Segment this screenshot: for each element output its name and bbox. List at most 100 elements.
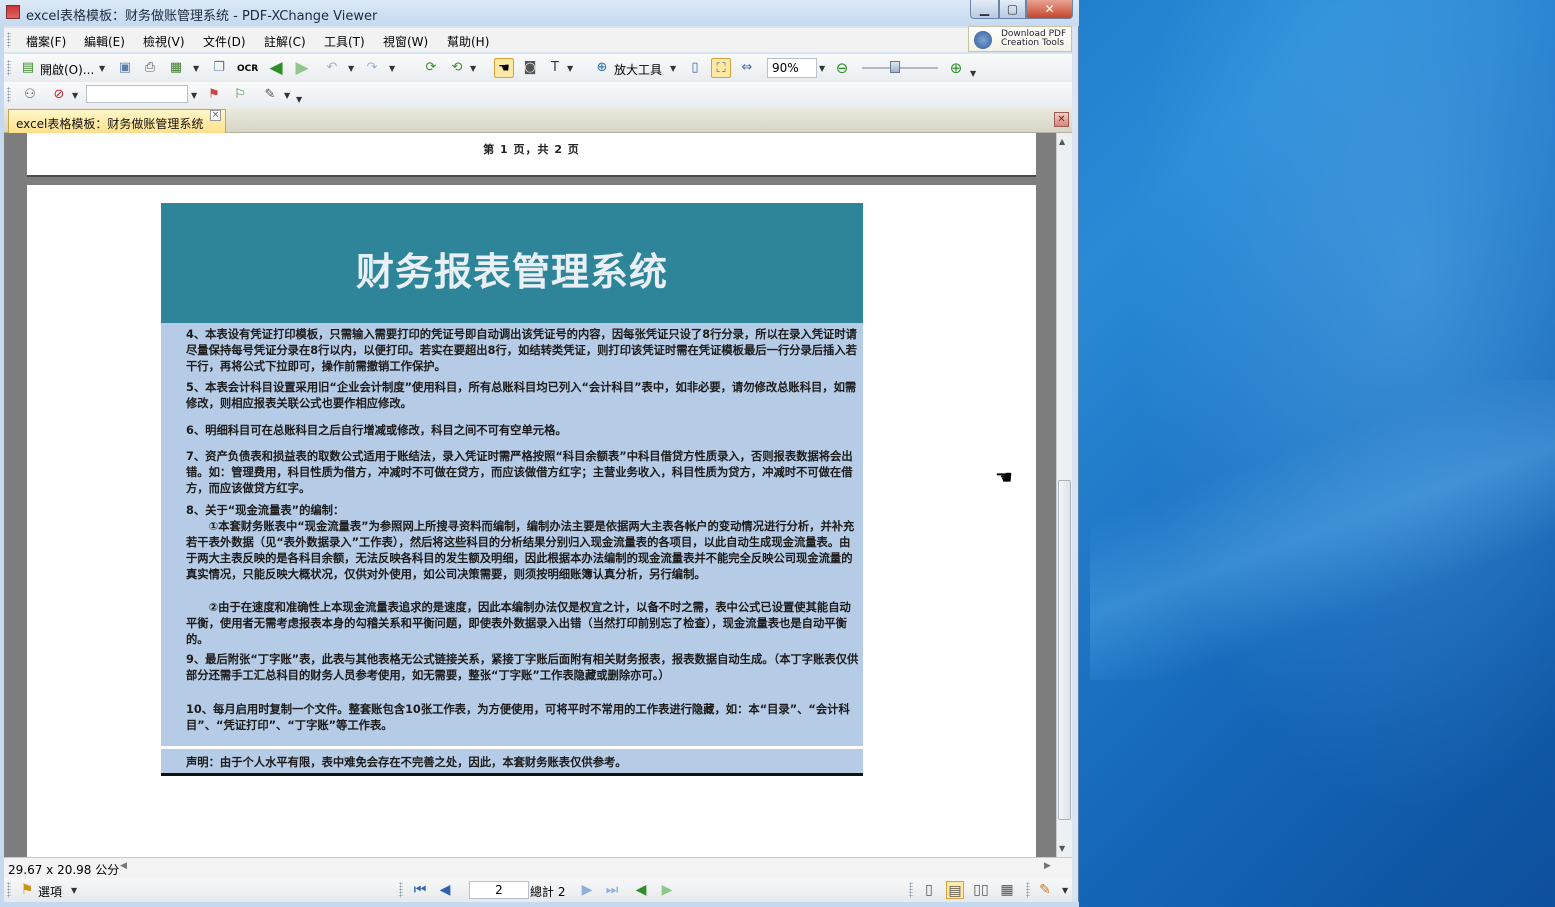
layout-options-icon[interactable]: ✎ — [1036, 881, 1054, 899]
open-button[interactable]: 開啟(O)... — [40, 61, 94, 78]
document-header-banner: 财务报表管理系统 — [161, 203, 863, 323]
snapshot-icon[interactable]: ◙ — [520, 58, 540, 78]
spellcheck-dropdown-arrow[interactable]: ▼ — [72, 91, 78, 100]
vertical-scrollbar[interactable]: ▲ ▼ — [1056, 133, 1072, 857]
zoom-tool-label[interactable]: 放大工具 — [614, 61, 662, 78]
options-flag-icon[interactable]: ⚑ — [18, 881, 36, 899]
find-icon[interactable]: ⚇ — [20, 85, 40, 105]
menu-document[interactable]: 文件(D) — [203, 33, 246, 50]
close-document-button[interactable]: ✕ — [1054, 112, 1069, 127]
nav-grip[interactable] — [399, 882, 403, 898]
instruction-paragraph: 6、明细科目可在总账科目之后自行增减或修改，科目之间不可有空单元格。 — [186, 424, 567, 437]
spellcheck-icon[interactable]: ⊘ — [49, 85, 69, 105]
menu-window[interactable]: 視窗(W) — [383, 33, 428, 50]
status-bar: 29.67 x 20.98 公分 ◀ ▶ — [4, 857, 1072, 878]
instruction-paragraph: 10、每月启用时复制一个文件。整套账包含10张工作表，为方便使用，可将平时不常用… — [186, 703, 850, 732]
scroll-left-arrow[interactable]: ◀ — [120, 861, 127, 871]
redo-icon[interactable]: ↷ — [362, 58, 382, 78]
search-input[interactable] — [86, 85, 188, 103]
undo-icon[interactable]: ↶ — [322, 58, 342, 78]
zoom-out-icon[interactable]: ⊖ — [832, 58, 852, 78]
vertical-scroll-thumb[interactable] — [1058, 480, 1071, 820]
print-icon[interactable]: ⎙ — [140, 58, 160, 78]
minimize-button[interactable]: ▁ — [970, 0, 999, 19]
app-icon[interactable] — [6, 5, 20, 19]
layout-grip[interactable] — [909, 882, 913, 898]
close-window-button[interactable]: ✕ — [1026, 0, 1073, 19]
current-page-input[interactable]: 2 — [469, 881, 529, 899]
rotate-icon[interactable]: ⟳ — [421, 58, 441, 78]
hand-tool-icon[interactable]: ☚ — [494, 58, 514, 78]
refresh-dropdown-arrow[interactable]: ▼ — [470, 64, 476, 73]
redo-dropdown-arrow[interactable]: ▼ — [389, 64, 395, 73]
undo-dropdown-arrow[interactable]: ▼ — [348, 64, 354, 73]
instruction-paragraph: 4、本表设有凭证打印模板，只需输入需要打印的凭证号即自动调出该凭证号的内容，因每… — [186, 328, 857, 373]
navbar-grip[interactable] — [7, 882, 11, 898]
pdf-viewer-window: excel表格模板：财务做账管理系统 - PDF-XChange Viewer … — [0, 0, 1079, 907]
zoom-level-dropdown-arrow[interactable]: ▼ — [819, 64, 825, 73]
options-dropdown-arrow[interactable]: ▼ — [71, 886, 77, 895]
zoom-in-icon[interactable]: ⊕ — [946, 58, 966, 78]
continuous-page-icon[interactable]: ▤ — [946, 881, 964, 899]
properties-icon[interactable]: ❐ — [209, 58, 229, 78]
last-page-icon[interactable]: ⏭ — [603, 881, 621, 899]
find-previous-icon[interactable]: ⚑ — [204, 85, 224, 105]
menu-file[interactable]: 檔案(F) — [26, 33, 66, 50]
zoom-tool-dropdown-arrow[interactable]: ▼ — [670, 64, 676, 73]
open-dropdown-arrow[interactable]: ▼ — [99, 64, 105, 73]
menu-edit[interactable]: 編輯(E) — [84, 33, 125, 50]
zoom-tool-icon[interactable]: ⊕ — [592, 58, 612, 78]
download-pdf-tools-button[interactable]: Download PDF Creation Tools — [968, 26, 1072, 52]
page-2: 财务报表管理系统 4、本表设有凭证打印模板，只需输入需要打印的凭证号即自动调出该… — [27, 185, 1036, 857]
window-title: excel表格模板：财务做账管理系统 - PDF-XChange Viewer — [26, 9, 378, 24]
select-dropdown-arrow[interactable]: ▼ — [567, 64, 573, 73]
refresh-icon[interactable]: ⟲ — [447, 58, 467, 78]
first-page-icon[interactable]: ⏮ — [411, 881, 429, 899]
zoom-slider-track[interactable] — [862, 67, 938, 69]
fit-width-icon[interactable]: ⇔ — [737, 58, 757, 78]
options-button[interactable]: 選項 — [38, 883, 62, 900]
scroll-right-arrow[interactable]: ▶ — [1044, 861, 1051, 871]
previous-page-icon[interactable]: ◀ — [436, 881, 454, 899]
toolbar-grip[interactable] — [7, 60, 11, 76]
facing-pages-icon[interactable]: ▯▯ — [972, 881, 990, 899]
select-text-icon[interactable]: T — [545, 58, 565, 78]
toolbar-overflow-arrow[interactable]: ▼ — [970, 69, 976, 78]
layout-grip-2[interactable] — [1026, 882, 1030, 898]
toolbar2-grip[interactable] — [7, 87, 11, 103]
zoom-level-input[interactable]: 90% — [767, 58, 817, 78]
back-icon[interactable]: ◀ — [266, 58, 286, 78]
forward-icon[interactable]: ▶ — [292, 58, 312, 78]
save-icon[interactable]: ▣ — [115, 58, 135, 78]
continuous-facing-icon[interactable]: ▦ — [998, 881, 1016, 899]
menu-comment[interactable]: 註解(C) — [264, 33, 306, 50]
fit-page-icon[interactable]: ⛶ — [711, 58, 731, 78]
export-dropdown-arrow[interactable]: ▼ — [193, 64, 199, 73]
highlight-icon[interactable]: ✎ — [260, 85, 280, 105]
single-page-icon[interactable]: ▯ — [920, 881, 938, 899]
find-next-icon[interactable]: ⚐ — [230, 85, 250, 105]
search-dropdown-arrow[interactable]: ▼ — [191, 91, 197, 100]
maximize-button[interactable]: ▢ — [999, 0, 1026, 19]
ocr-button[interactable]: OCR — [237, 59, 258, 79]
next-page-icon[interactable]: ▶ — [578, 881, 596, 899]
menubar-grip[interactable] — [7, 32, 11, 48]
toolbar2-overflow-arrow[interactable]: ▼ — [296, 95, 302, 104]
export-icon[interactable]: ▦ — [166, 58, 186, 78]
scroll-up-arrow[interactable]: ▲ — [1059, 137, 1065, 146]
tab-document[interactable]: excel表格模板：财务做账管理系统 × — [8, 109, 226, 133]
highlight-dropdown-arrow[interactable]: ▼ — [284, 91, 290, 100]
document-viewport[interactable]: 第 1 页，共 2 页 财务报表管理系统 4、本表设有凭证打印模板，只需输入需要… — [4, 133, 1056, 857]
zoom-slider-thumb[interactable] — [890, 61, 900, 73]
open-folder-icon[interactable]: ▤ — [18, 58, 38, 78]
menu-help[interactable]: 幫助(H) — [447, 33, 489, 50]
next-view-icon[interactable]: ▶ — [658, 881, 676, 899]
layout-dropdown-arrow[interactable]: ▼ — [1062, 886, 1068, 895]
previous-view-icon[interactable]: ◀ — [632, 881, 650, 899]
tab-close-icon[interactable]: × — [210, 110, 221, 121]
scroll-down-arrow[interactable]: ▼ — [1059, 844, 1065, 853]
menu-view[interactable]: 檢視(V) — [143, 33, 185, 50]
actual-size-icon[interactable]: ▯ — [685, 58, 705, 78]
menu-tools[interactable]: 工具(T) — [324, 33, 365, 50]
title-bar[interactable]: excel表格模板：财务做账管理系统 - PDF-XChange Viewer … — [0, 0, 1079, 26]
